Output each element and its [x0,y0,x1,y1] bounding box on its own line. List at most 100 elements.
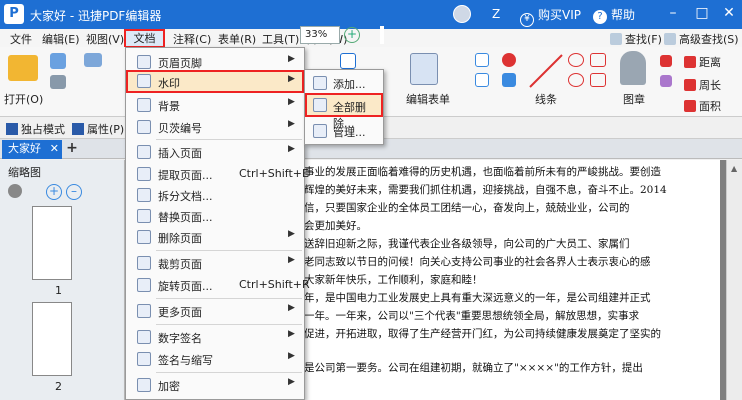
stamp-icon[interactable] [620,51,646,85]
submenu-arrow-icon: ▶ [288,144,295,154]
open-folder-icon[interactable] [8,55,38,81]
watermark-icon [137,74,151,88]
buy-vip-button[interactable]: ¥ 购买VIP [520,6,581,27]
menu-form[interactable]: 表单(R) [218,31,256,47]
menu-edit[interactable]: 编辑(E) [42,31,80,47]
line-tool-icon[interactable] [528,53,564,89]
split-document-icon [137,188,151,202]
submenu-arrow-icon: ▶ [288,255,295,265]
extract-page-icon [137,167,151,181]
open-button[interactable]: 打开(O) [4,91,43,107]
submenu-arrow-icon: ▶ [288,229,295,239]
menu-item-encrypt[interactable]: 加密 ▶ [126,374,304,396]
textbox-icon[interactable] [475,53,489,67]
close-button[interactable]: ✕ [719,5,739,21]
zoom-out-thumb-icon[interactable]: – [66,184,82,200]
menu-item-rotate-page[interactable]: 旋转页面... Ctrl+Shift+R [126,274,310,296]
perimeter-button[interactable]: 周长 [684,77,721,93]
user-name[interactable]: Z [492,7,500,21]
zoom-in-thumb-icon[interactable]: + [46,184,62,200]
menu-document[interactable]: 文档(D) [124,29,165,60]
add-watermark-icon [313,76,327,90]
add-tab-button[interactable]: + [64,140,80,158]
menu-item-more-pages[interactable]: 更多页面 ▶ [126,300,304,322]
properties-icon [72,123,84,135]
perimeter-icon [684,79,696,91]
stamp-small-icon[interactable] [502,53,516,67]
settings-gear-icon[interactable] [8,184,22,198]
vertical-scrollbar[interactable]: ▲ [726,160,742,400]
menu-item-insert-page[interactable]: 插入页面 ▶ [126,141,304,163]
doc-text-line: 老同志致以节日的问候！向关心支持公司事业的社会各界人士表示衷心的感 [304,256,651,268]
menu-item-bates-number[interactable]: 贝茨编号 ▶ [126,116,304,138]
checkbox-icon[interactable] [502,73,516,87]
more-pages-icon [137,304,151,318]
maximize-button[interactable]: □ [692,5,712,21]
thumbnail-page-1[interactable] [32,206,72,280]
menu-tools[interactable]: 工具(T) [262,31,299,47]
rotate-page-icon [137,278,151,292]
menu-comment[interactable]: 注释(C) [173,31,211,47]
menu-item-digital-signature[interactable]: 数字签名 ▶ [126,326,304,348]
menu-item-delete-page[interactable]: 删除页面 ▶ [126,226,304,248]
zoom-in-icon[interactable]: + [344,27,360,43]
distance-button[interactable]: 距离 [684,54,721,70]
exclusive-mode-button[interactable]: 独占模式 [6,121,65,137]
textfield-icon[interactable] [475,73,489,87]
text-tool-icon[interactable] [340,53,356,69]
edit-form-icon[interactable] [410,53,438,85]
submenu-arrow-icon: ▶ [288,303,295,313]
line-button[interactable]: 线条 [535,91,557,107]
submenu-item-add[interactable]: 添加... [305,72,383,94]
thumbnail-page-2[interactable] [32,302,72,376]
properties-button[interactable]: 属性(P) [72,121,124,137]
edit-form-button[interactable]: 编辑表单 [406,91,450,107]
highlighter-icon[interactable] [660,75,672,87]
title-bar: P 大家好 - 迅捷PDF编辑器 Z ¥ 购买VIP ? 帮助 – □ ✕ [0,0,742,29]
zoom-input[interactable]: 33% [300,26,340,44]
submenu-arrow-icon: ▶ [288,74,295,84]
tab-close-icon[interactable]: ✕ [50,140,59,158]
submenu-item-delete-all[interactable]: 全部删除... [305,93,383,130]
menu-item-background[interactable]: 背景 ▶ [126,94,304,116]
pentagon-icon[interactable] [590,73,606,87]
menu-item-split-document[interactable]: 拆分文档... [126,184,304,206]
menu-item-sign-initials[interactable]: 签名与缩写 ▶ [126,348,304,370]
polygon-icon[interactable] [590,53,606,67]
avatar[interactable] [453,5,471,23]
area-button[interactable]: 面积 [684,98,721,114]
insert-page-icon [137,145,151,159]
advanced-find-button[interactable]: 高级查找(S) [664,31,739,47]
minimize-button[interactable]: – [663,5,683,21]
email-icon[interactable] [84,53,102,67]
stamp-button[interactable]: 图章 [623,91,645,107]
menu-item-extract-page[interactable]: 提取页面... Ctrl+Shift+E [126,163,309,185]
ellipse-icon[interactable] [568,53,584,67]
doc-text-line: 事业的发展正面临着难得的历史机遇，也面临着前所未有的严峻挑战。要创造 [304,166,661,178]
menu-item-replace-page[interactable]: 替换页面... [126,205,304,227]
menu-file[interactable]: 文件 [10,31,32,47]
find-button[interactable]: 查找(F) [610,31,662,47]
menu-item-crop-page[interactable]: 裁剪页面 ▶ [126,252,304,274]
submenu-arrow-icon: ▶ [288,329,295,339]
menu-separator [156,139,302,140]
submenu-arrow-icon: ▶ [288,377,295,387]
doc-text-line: 辉煌的美好未来，需要我们抓住机遇，迎接挑战，自强不息，奋斗不止。2014 [304,184,667,196]
menu-item-watermark[interactable]: 水印 ▶ [126,70,304,93]
thumbnail-page-number: 2 [55,380,62,393]
menu-view[interactable]: 视图(V) [86,31,124,47]
replace-page-icon [137,209,151,223]
save-icon[interactable] [50,53,66,69]
print-icon[interactable] [50,75,66,89]
circle-icon[interactable] [568,73,584,87]
submenu-arrow-icon: ▶ [288,351,295,361]
eraser-icon[interactable] [660,55,672,67]
submenu-arrow-icon: ▶ [288,119,295,129]
submenu-item-manage[interactable]: 管理... [305,120,383,142]
help-button[interactable]: ? 帮助 [593,6,635,24]
doc-text-line: 促进，开拓进取，取得了生产经营开门红，为公司持续健康发展奠定了坚实的 [304,328,661,340]
tab-document[interactable]: 大家好 ✕ [2,140,62,159]
watermark-submenu: 添加... 全部删除... 管理... [304,69,384,145]
bates-number-icon [137,120,151,134]
scroll-up-icon[interactable]: ▲ [731,164,737,173]
